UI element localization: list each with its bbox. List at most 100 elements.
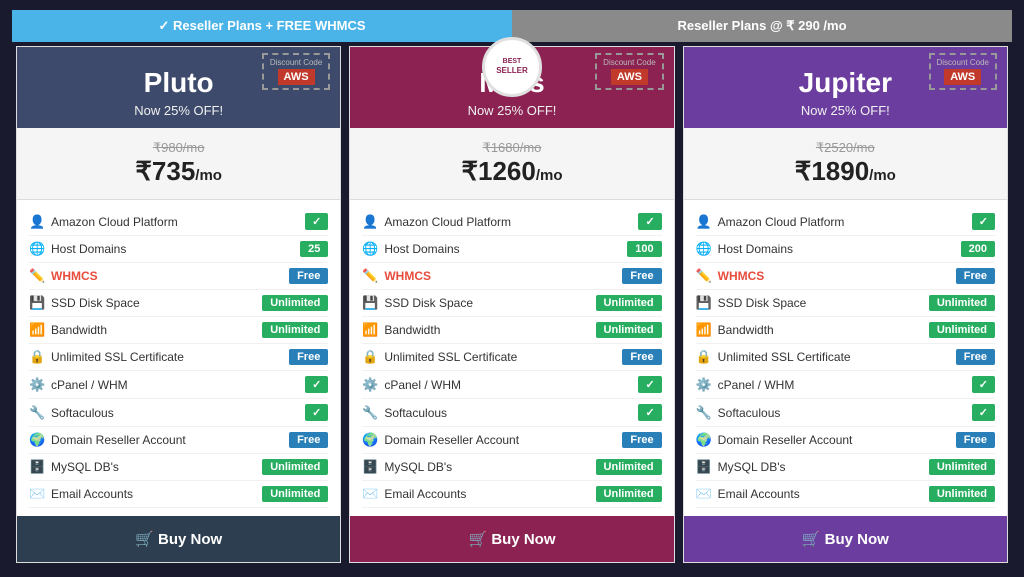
discount-label: Discount Code: [270, 58, 322, 67]
discount-label: Discount Code: [603, 58, 655, 67]
whmcs-link[interactable]: WHMCS: [51, 269, 98, 283]
features-list-pluto: 👤Amazon Cloud Platform✓🌐Host Domains25✏️…: [17, 200, 340, 516]
feature-label-text: cPanel / WHM: [384, 378, 461, 392]
feature-label-text: Unlimited SSL Certificate: [51, 350, 184, 364]
card-mars: BESTSELLERMarsNow 25% OFF!Discount CodeA…: [349, 46, 674, 563]
whmcs-link[interactable]: WHMCS: [718, 269, 765, 283]
feature-label-text: Amazon Cloud Platform: [718, 215, 845, 229]
feature-badge: ✓: [305, 404, 328, 421]
feature-row: 🔒Unlimited SSL Certificate Free: [696, 344, 995, 371]
feature-icon: 🔧: [362, 405, 378, 421]
feature-row: 📶BandwidthUnlimited: [696, 317, 995, 344]
feature-label: 💾SSD Disk Space: [696, 295, 807, 311]
feature-label: ⚙️cPanel / WHM: [29, 377, 128, 393]
feature-badge: ✓: [305, 376, 328, 393]
price-section-jupiter: ₹2520/mo ₹1890/mo: [684, 128, 1007, 200]
feature-badge: Free: [622, 268, 661, 284]
feature-icon: 🔒: [362, 349, 378, 365]
feature-row: 💾 SSD Disk Space Unlimited: [362, 290, 661, 317]
feature-label-text: MySQL DB's: [51, 460, 119, 474]
feature-icon: 👤: [362, 214, 378, 230]
feature-badge: Unlimited: [596, 322, 662, 338]
features-list-jupiter: 👤Amazon Cloud Platform✓🌐Host Domains200✏…: [684, 200, 1007, 516]
feature-row: 🔒Unlimited SSL CertificateFree: [29, 344, 328, 371]
feature-badge: Unlimited: [596, 295, 662, 311]
feature-badge: Unlimited: [929, 486, 995, 502]
price-original-jupiter: ₹2520/mo: [696, 140, 995, 156]
feature-icon: 📶: [696, 322, 712, 338]
feature-label-text: Softaculous: [51, 406, 114, 420]
feature-row: ⚙️cPanel / WHM ✓: [29, 371, 328, 399]
feature-label: 🔒Unlimited SSL Certificate: [696, 349, 851, 365]
feature-badge: ✓: [972, 213, 995, 230]
feature-label: 📶 Bandwidth: [696, 322, 774, 338]
feature-badge: 25: [300, 241, 328, 257]
feature-label-text: Email Accounts: [51, 487, 133, 501]
feature-badge: ✓: [638, 376, 661, 393]
buy-button-mars[interactable]: 🛒 Buy Now: [350, 516, 673, 562]
feature-label-text: Softaculous: [384, 406, 447, 420]
feature-row: 💾SSD Disk SpaceUnlimited: [29, 290, 328, 317]
price-section-mars: ₹1680/mo ₹1260/mo: [350, 128, 673, 200]
feature-label: ✏️WHMCS: [696, 268, 765, 284]
feature-badge: ✓: [305, 213, 328, 230]
feature-label-text: Host Domains: [51, 242, 126, 256]
buy-button-pluto[interactable]: 🛒 Buy Now: [17, 516, 340, 562]
feature-label: 🔧 Softaculous: [362, 405, 447, 421]
feature-label-text: Domain Reseller Account: [51, 433, 186, 447]
feature-label-text: Amazon Cloud Platform: [384, 215, 511, 229]
feature-row: ✉️Email AccountsUnlimited: [696, 481, 995, 508]
feature-icon: ⚙️: [362, 377, 378, 393]
feature-row: 📶BandwidthUnlimited: [362, 317, 661, 344]
feature-badge: Free: [956, 349, 995, 365]
feature-label-text: Softaculous: [718, 406, 781, 420]
feature-label: ✏️ WHMCS: [29, 268, 98, 284]
feature-icon: 🌐: [696, 241, 712, 257]
feature-icon: 💾: [29, 295, 45, 311]
feature-label: 🌐Host Domains: [362, 241, 459, 257]
feature-label: ✏️ WHMCS: [362, 268, 431, 284]
feature-label-text: SSD Disk Space: [51, 296, 140, 310]
banner-right: Reseller Plans @ ₹ 290 /mo: [512, 10, 1012, 42]
feature-row: 🗄️MySQL DB'sUnlimited: [29, 454, 328, 481]
buy-button-jupiter[interactable]: 🛒 Buy Now: [684, 516, 1007, 562]
whmcs-link[interactable]: WHMCS: [384, 269, 431, 283]
feature-row: ✏️WHMCSFree: [29, 263, 328, 290]
feature-icon: 🔒: [29, 349, 45, 365]
price-original-mars: ₹1680/mo: [362, 140, 661, 156]
feature-row: ⚙️cPanel / WHM✓: [696, 371, 995, 399]
feature-icon: ✏️: [362, 268, 378, 284]
card-header-mars: BESTSELLERMarsNow 25% OFF!Discount CodeA…: [350, 47, 673, 128]
feature-row: 🌐 Host Domains 25: [29, 236, 328, 263]
feature-label-text: SSD Disk Space: [384, 296, 473, 310]
feature-label: 🔧Softaculous: [696, 405, 781, 421]
feature-label: 🌍Domain Reseller Account: [362, 432, 519, 448]
discount-badge-jupiter: Discount CodeAWS: [929, 53, 997, 90]
per-month-jupiter: /mo: [869, 167, 896, 184]
feature-badge: Free: [622, 432, 661, 448]
card-header-pluto: PlutoNow 25% OFF!Discount CodeAWS: [17, 47, 340, 128]
feature-badge: Unlimited: [596, 486, 662, 502]
feature-badge: Free: [622, 349, 661, 365]
feature-label-text: Amazon Cloud Platform: [51, 215, 178, 229]
feature-row: ✏️WHMCSFree: [696, 263, 995, 290]
feature-row: 🔧Softaculous ✓: [696, 399, 995, 427]
feature-icon: 🌐: [29, 241, 45, 257]
feature-label: ✉️ Email Accounts: [29, 486, 133, 502]
feature-label-text: Unlimited SSL Certificate: [718, 350, 851, 364]
feature-icon: ✏️: [29, 268, 45, 284]
feature-icon: ✉️: [29, 486, 45, 502]
discount-badge-pluto: Discount CodeAWS: [262, 53, 330, 90]
price-section-pluto: ₹980/mo ₹735/mo: [17, 128, 340, 200]
feature-icon: 📶: [362, 322, 378, 338]
feature-badge: ✓: [638, 213, 661, 230]
feature-badge: ✓: [972, 404, 995, 421]
price-current-mars: ₹1260/mo: [362, 156, 661, 187]
feature-label-text: MySQL DB's: [384, 460, 452, 474]
feature-label: 🌐Host Domains: [696, 241, 793, 257]
card-subtitle-jupiter: Now 25% OFF!: [694, 103, 997, 118]
feature-label-text: Domain Reseller Account: [718, 433, 853, 447]
feature-icon: 💾: [362, 295, 378, 311]
aws-text: AWS: [611, 69, 648, 85]
feature-label-text: Bandwidth: [718, 323, 774, 337]
